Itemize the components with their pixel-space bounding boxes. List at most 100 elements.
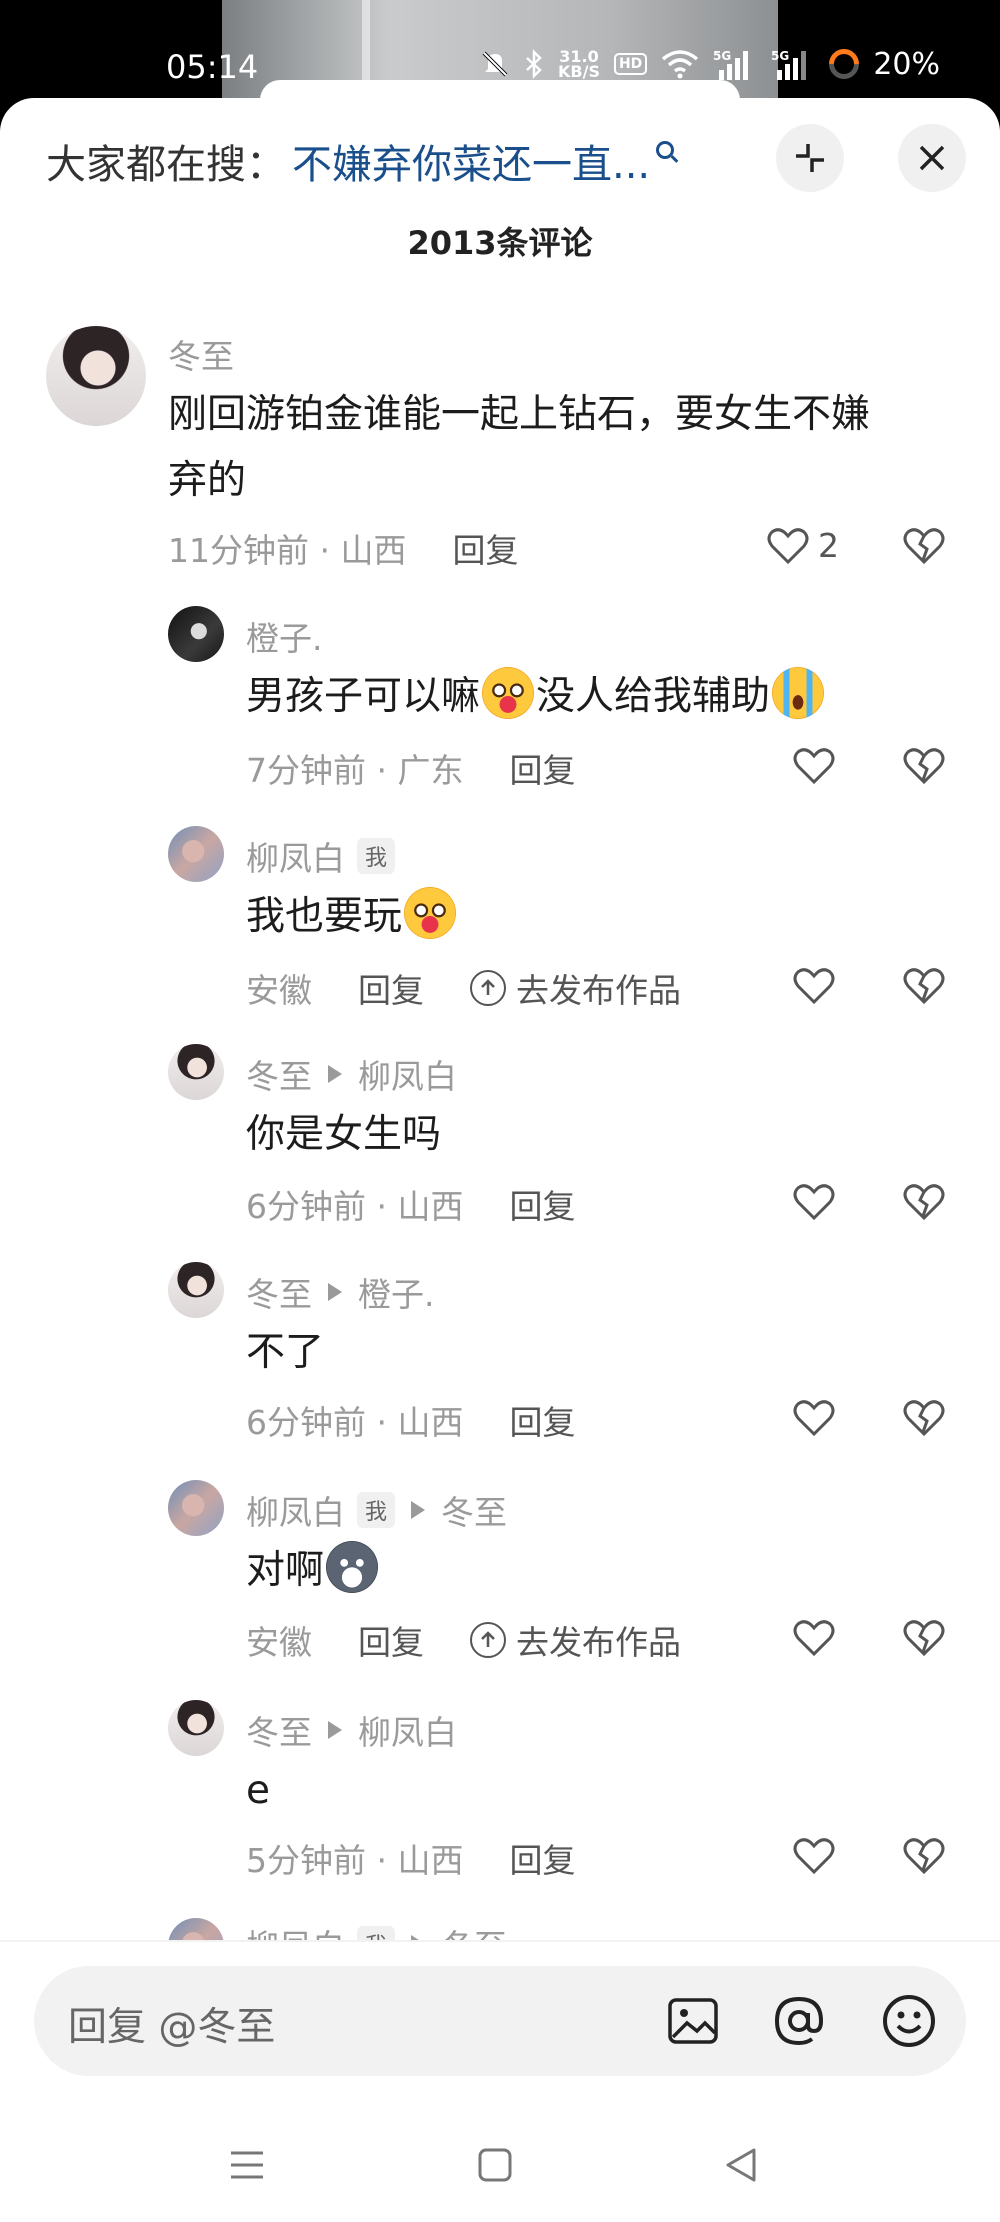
- heart-outline-icon[interactable]: [790, 1178, 838, 1226]
- avatar[interactable]: [168, 606, 224, 662]
- svg-text:5G: 5G: [713, 49, 731, 63]
- broken-heart-icon[interactable]: [900, 742, 948, 790]
- pleading-face-emoji-icon: [404, 887, 457, 939]
- me-badge: 我: [357, 1926, 396, 1940]
- reply-button[interactable]: 回复: [358, 1616, 424, 1664]
- reply-button[interactable]: 回复: [358, 964, 424, 1012]
- upload-icon: [470, 970, 506, 1006]
- wifi-icon: [662, 50, 699, 79]
- me-badge: 我: [357, 838, 396, 874]
- broken-heart-icon[interactable]: [900, 962, 948, 1010]
- battery-percent: 20%: [873, 46, 940, 82]
- avatar[interactable]: [168, 1044, 224, 1100]
- like-count: 2: [818, 526, 839, 565]
- comment-text: 刚回游铂金谁能一起上钻石，要女生不嫌: [168, 392, 871, 437]
- at-icon[interactable]: [770, 1992, 828, 2050]
- close-icon: [919, 145, 945, 171]
- smiley-icon[interactable]: [880, 1992, 938, 2050]
- comment-text: 对啊: [246, 1538, 380, 1604]
- heart-outline-icon[interactable]: [790, 1614, 838, 1662]
- broken-heart-icon[interactable]: [900, 1394, 948, 1442]
- reply-to-username[interactable]: 橙子.: [358, 1268, 435, 1316]
- reply-to-username[interactable]: 冬至: [441, 1920, 507, 1940]
- comment-username[interactable]: 柳凤白: [246, 1920, 345, 1940]
- pleading-face-emoji-icon: [482, 667, 535, 719]
- publish-work-button[interactable]: 去发布作品: [470, 1616, 681, 1664]
- comment-count: 2013条评论: [407, 224, 593, 262]
- comment-time-location: 7分钟前 · 广东: [246, 751, 464, 790]
- status-time: 05:14: [166, 48, 259, 86]
- comment-username[interactable]: 柳凤白: [246, 1486, 345, 1534]
- heart-outline-icon[interactable]: [790, 742, 838, 790]
- heart-outline-icon[interactable]: [764, 522, 812, 570]
- broken-heart-icon[interactable]: [900, 1178, 948, 1226]
- husky-emoji-icon: [326, 1541, 379, 1593]
- reply-input[interactable]: 回复 @冬至: [34, 1966, 966, 2076]
- avatar[interactable]: [168, 1480, 224, 1536]
- close-button[interactable]: [898, 124, 966, 192]
- broken-heart-icon[interactable]: [900, 1832, 948, 1880]
- comment-meta: 11分钟前 · 山西 回复: [168, 524, 518, 572]
- reply-arrow-icon: [328, 1283, 342, 1301]
- heart-outline-icon[interactable]: [790, 962, 838, 1010]
- svg-text:5G: 5G: [771, 49, 789, 63]
- avatar[interactable]: [168, 1918, 224, 1940]
- comment-username-row: 冬至 橙子.: [246, 1268, 435, 1316]
- reply-button[interactable]: 回复: [509, 744, 575, 792]
- comment-meta: 6分钟前 · 山西 回复: [246, 1396, 575, 1444]
- signal-5g-icon-2: 5G: [771, 49, 807, 80]
- reply-button[interactable]: 回复: [509, 1834, 575, 1882]
- search-icon: [656, 141, 675, 159]
- broken-heart-icon[interactable]: [900, 1614, 948, 1662]
- comment-meta: 5分钟前 · 山西 回复: [246, 1834, 575, 1882]
- broken-heart-icon[interactable]: [900, 522, 948, 570]
- reply-to-username[interactable]: 柳凤白: [358, 1050, 457, 1098]
- divider: [0, 1940, 1000, 1942]
- signal-5g-icon: 5G: [713, 49, 749, 80]
- comment-text: e: [246, 1768, 270, 1813]
- back-nav-button[interactable]: [716, 2140, 766, 2190]
- publish-work-label: 去发布作品: [516, 971, 681, 1010]
- image-icon[interactable]: [664, 1992, 722, 2050]
- comment-text-part: 没人给我辅助: [536, 674, 771, 719]
- search-term-link[interactable]: 不嫌弃你菜还一直...: [292, 132, 650, 190]
- battery-ring-icon: [823, 42, 866, 86]
- search-suggestion[interactable]: 大家都在搜： 不嫌弃你菜还一直...: [46, 132, 675, 190]
- comment-meta: 6分钟前 · 山西 回复: [246, 1180, 575, 1228]
- avatar[interactable]: [168, 1262, 224, 1318]
- avatar[interactable]: [168, 826, 224, 882]
- heart-outline-icon[interactable]: [790, 1832, 838, 1880]
- reply-to-username[interactable]: 柳凤白: [358, 1706, 457, 1754]
- comment-text: 不了: [246, 1330, 325, 1375]
- mute-icon: [482, 51, 508, 77]
- comment-meta: 安徽 回复 去发布作品: [246, 1616, 681, 1664]
- heart-outline-icon[interactable]: [790, 1394, 838, 1442]
- publish-work-button[interactable]: 去发布作品: [470, 964, 681, 1012]
- comment-username[interactable]: 冬至: [246, 1050, 312, 1098]
- comment-text-part: 对啊: [246, 1548, 325, 1593]
- reply-button[interactable]: 回复: [509, 1396, 575, 1444]
- search-prefix: 大家都在搜：: [46, 142, 286, 188]
- collapse-button[interactable]: [776, 124, 844, 192]
- reply-to-username[interactable]: 冬至: [441, 1486, 507, 1534]
- comment-username[interactable]: 冬至: [246, 1268, 312, 1316]
- upload-icon: [470, 1622, 506, 1658]
- home-nav-button[interactable]: [470, 2140, 520, 2190]
- crying-face-emoji-icon: [772, 667, 825, 719]
- comment-username[interactable]: 冬至: [168, 330, 234, 378]
- reply-arrow-icon: [411, 1501, 426, 1519]
- comment-username[interactable]: 冬至: [246, 1706, 312, 1754]
- reply-arrow-icon: [328, 1065, 342, 1083]
- comment-username[interactable]: 橙子.: [246, 612, 323, 660]
- reply-button[interactable]: 回复: [452, 524, 518, 572]
- sheet-handle: [260, 80, 740, 120]
- me-badge: 我: [357, 1492, 396, 1528]
- menu-nav-button[interactable]: [222, 2140, 272, 2190]
- avatar[interactable]: [168, 1700, 224, 1756]
- comment-time-location: 11分钟前 · 山西: [168, 531, 407, 570]
- avatar[interactable]: [46, 326, 146, 426]
- comment-username[interactable]: 柳凤白: [246, 832, 345, 880]
- hd-badge: HD: [613, 53, 648, 75]
- comment-text-part: 我也要玩: [246, 894, 403, 939]
- reply-button[interactable]: 回复: [509, 1180, 575, 1228]
